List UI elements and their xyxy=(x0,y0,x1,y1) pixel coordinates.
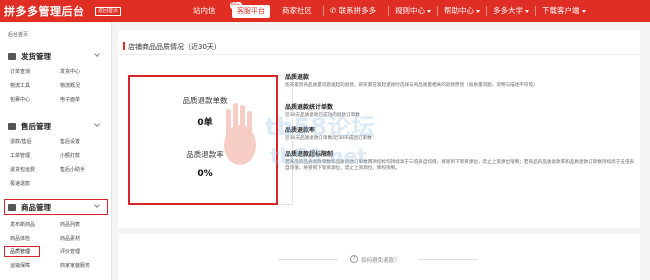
nav-divider xyxy=(388,6,389,16)
chevron-down-icon[interactable] xyxy=(94,121,100,127)
truck-icon xyxy=(8,53,16,60)
definition-desc: 近30天品质退款订单数/近30天成团订单数 xyxy=(285,136,372,141)
definition-desc: 近30天品质退款已成功的退款订单数 xyxy=(285,113,360,118)
sidebar-item-e-waybill[interactable]: 电子面单 xyxy=(60,97,80,103)
nav-divider xyxy=(535,6,536,16)
chevron-down-icon[interactable] xyxy=(94,51,100,57)
box-icon xyxy=(8,204,16,211)
sidebar-item-package-center[interactable]: 包裹中心 xyxy=(10,97,30,103)
sidebar-item-return-shipping[interactable]: 退货包运费 xyxy=(10,167,35,173)
sidebar-item-product-list[interactable]: 商品列表 xyxy=(60,222,80,228)
nav-divider xyxy=(437,6,438,16)
metric-refund-rate-label: 品质退款率 xyxy=(186,150,224,159)
tips-section: ? 如何避免退款？ xyxy=(118,228,640,280)
breadcrumb-home[interactable]: 后台首页 xyxy=(8,31,28,38)
sidebar-item-home-decor-service[interactable]: 商家家装服务 xyxy=(60,263,90,269)
definitions-panel: 品质退款 指买家因商品质量问题发起的退款，即买家在发起退款时选择与商品质量相关的… xyxy=(285,72,635,212)
definition-title: 品质退款超标限制 xyxy=(285,151,334,158)
nav-rules-label: 规则中心 xyxy=(395,6,425,15)
sidebar-item-after-sales-settings[interactable]: 售后设置 xyxy=(60,139,80,145)
phone-icon: ✆ xyxy=(330,6,337,15)
definition-desc: 指买家因商品质量问题发起的退款，即买家在发起退款时选择与商品质量相关的退款原因（… xyxy=(285,83,538,88)
nav-divider xyxy=(323,6,324,16)
top-bar: 拼多多管理后台 返回首页 站内信 99+ 客服平台 商家社区 ✆ 联系拼多多 规… xyxy=(0,0,650,22)
sidebar-item-small-payment[interactable]: 小额打款 xyxy=(60,153,80,159)
nav-merchant-community[interactable]: 商家社区 xyxy=(282,5,312,16)
help-icon: ? xyxy=(350,255,358,263)
section-highlight-box xyxy=(4,199,108,215)
title-accent-bar xyxy=(123,42,125,50)
nav-help-label: 帮助中心 xyxy=(444,6,474,15)
page-title: 店铺商品品质情况（近30天） xyxy=(128,43,221,51)
sidebar-item-shipping-center[interactable]: 发货中心 xyxy=(60,69,80,75)
how-to-avoid-refund-link[interactable]: 如何避免退款？ xyxy=(361,256,400,264)
nav-rules-center[interactable]: 规则中心 xyxy=(395,5,431,16)
sidebar-item-review-management[interactable]: 评价管理 xyxy=(60,249,80,255)
main-panel: 店铺商品品质情况（近30天） 品质退款单数 0单 品质退款率 0% 品质退款 指… xyxy=(118,30,640,280)
chevron-down-icon xyxy=(581,9,586,13)
sidebar: 后台首页 发货管理 订单查询 发货中心 物流工具 物流概况 包裹中心 电子面单 … xyxy=(0,22,112,280)
app-logo[interactable]: 拼多多管理后台 xyxy=(4,3,85,19)
sidebar-item-product-checkup[interactable]: 商品体检 xyxy=(10,236,30,242)
sidebar-item-ticket-management[interactable]: 工单管理 xyxy=(10,153,30,159)
chevron-down-icon xyxy=(427,9,431,13)
sidebar-item-shipping-protection[interactable]: 运输保障 xyxy=(10,263,30,269)
nav-help-center[interactable]: 帮助中心 xyxy=(444,5,480,16)
sidebar-item-after-sales-assistant[interactable]: 售后小助手 xyxy=(60,167,85,173)
section-title: 发货管理 xyxy=(21,52,51,61)
divider xyxy=(118,54,640,55)
section-title: 售后管理 xyxy=(21,122,51,131)
definition-title: 品质退款 xyxy=(285,74,310,81)
nav-contact-label: 联系拼多多 xyxy=(338,6,377,15)
nav-station-messages[interactable]: 站内信 xyxy=(193,5,216,16)
divider xyxy=(278,259,338,260)
service-icon xyxy=(8,123,16,130)
metric-refund-rate-value: 0% xyxy=(197,169,213,179)
nav-university-label: 多多大学 xyxy=(493,6,523,15)
sidebar-item-product-assets[interactable]: 商品素材 xyxy=(60,236,80,242)
sidebar-item-logistics-overview[interactable]: 物流概况 xyxy=(60,83,80,89)
back-home-button[interactable]: 返回首页 xyxy=(95,7,122,16)
nav-download-client[interactable]: 下载客户端 xyxy=(542,5,586,16)
chevron-down-icon xyxy=(476,9,480,13)
definition-title: 品质退款率 xyxy=(285,127,316,134)
nav-download-label: 下载客户端 xyxy=(542,6,580,15)
sidebar-item-logistics-tools[interactable]: 物流工具 xyxy=(10,83,30,89)
nav-customer-service-button[interactable]: 客服平台 xyxy=(232,5,270,18)
sidebar-item-refund[interactable]: 退款/售后 xyxy=(10,139,32,145)
sidebar-item-publish-product[interactable]: 发布新商品 xyxy=(10,222,35,228)
section-title: 商品管理 xyxy=(21,203,51,212)
sidebar-item-order-query[interactable]: 订单查询 xyxy=(10,69,30,75)
metric-refund-count-value: 0单 xyxy=(197,118,213,128)
sidebar-item-fast-refund[interactable]: 极速退款 xyxy=(10,181,30,187)
definition-desc: 若商品的品质退款单数和品质退款订单数两项指标均持续高于三倍表自均值，将受到下架资… xyxy=(285,160,635,171)
divider xyxy=(418,259,478,260)
metric-refund-count-label: 品质退款单数 xyxy=(182,96,228,105)
sidebar-item-quality-management[interactable]: 品质管理 xyxy=(10,249,30,255)
nav-duoduo-university[interactable]: 多多大学 xyxy=(493,5,529,16)
definition-title: 品质退款统计单数 xyxy=(285,104,334,111)
nav-divider xyxy=(486,6,487,16)
nav-contact-pinduoduo[interactable]: ✆ 联系拼多多 xyxy=(330,5,376,16)
metrics-highlight-box: 品质退款单数 0单 品质退款率 0% xyxy=(128,75,278,205)
chevron-down-icon xyxy=(525,9,529,13)
